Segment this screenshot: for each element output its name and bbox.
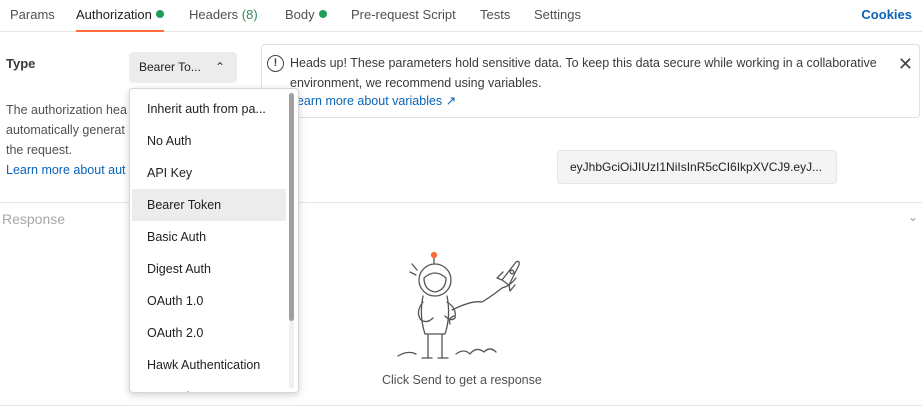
description-line: The authorization hea (6, 103, 127, 117)
tab-label: Authorization (76, 7, 152, 22)
tab-authorization[interactable]: Authorization (76, 0, 164, 32)
description-line: the request. (6, 143, 73, 157)
tab-label: Headers (189, 7, 239, 22)
dropdown-scrollbar[interactable] (289, 93, 294, 321)
description-line: automatically generat (6, 123, 125, 137)
auth-type-dropdown: Inherit auth from pa... No Auth API Key … (129, 88, 299, 393)
status-dot-icon (318, 10, 327, 18)
tab-label: Tests (480, 7, 511, 22)
close-icon[interactable]: ✕ (898, 55, 913, 73)
learn-more-variables-link[interactable]: Learn more about variables ↗ (290, 93, 456, 108)
dropdown-item-bearer-token[interactable]: Bearer Token (132, 189, 286, 221)
status-bar (0, 405, 922, 415)
chevron-up-icon: ⌃ (214, 60, 225, 74)
dropdown-item-oauth2[interactable]: OAuth 2.0 (132, 317, 286, 349)
empty-response-message: Click Send to get a response (382, 373, 542, 387)
tab-params[interactable]: Params (10, 0, 55, 32)
type-label: Type (6, 56, 36, 71)
sensitive-data-banner: ! Heads up! These parameters hold sensit… (261, 44, 920, 118)
auth-type-value: Bearer To... (139, 60, 201, 74)
dropdown-item-api-key[interactable]: API Key (132, 157, 286, 189)
dropdown-item-basic-auth[interactable]: Basic Auth (132, 221, 286, 253)
tab-label: Params (10, 7, 55, 22)
tab-headers[interactable]: Headers (8) (189, 0, 258, 32)
request-tabs: Params Authorization Headers (8) Body Pr… (0, 0, 922, 32)
dropdown-item-oauth1[interactable]: OAuth 1.0 (132, 285, 286, 317)
tab-label: Pre-request Script (351, 7, 456, 22)
status-dot-icon (155, 10, 164, 18)
dropdown-item-no-auth[interactable]: No Auth (132, 125, 286, 157)
tab-body[interactable]: Body (285, 0, 327, 32)
dropdown-item-inherit[interactable]: Inherit auth from pa... (132, 93, 286, 125)
dropdown-item-aws[interactable]: AWS Si... (132, 381, 286, 392)
info-icon: ! (267, 55, 284, 72)
dropdown-item-hawk[interactable]: Hawk Authentication (132, 349, 286, 381)
tab-label: Settings (534, 7, 581, 22)
chevron-down-icon[interactable]: ⌄ (908, 210, 918, 224)
response-label: Response (2, 211, 66, 227)
cookies-link[interactable]: Cookies (861, 0, 912, 30)
token-input[interactable]: eyJhbGciOiJIUzI1NiIsInR5cCI6IkpXVCJ9.eyJ… (557, 150, 837, 184)
astronaut-illustration-icon (397, 251, 520, 359)
auth-description: The authorization hea automatically gene… (6, 100, 130, 180)
banner-text: Heads up! These parameters hold sensitiv… (290, 56, 877, 90)
tab-tests[interactable]: Tests (480, 0, 510, 32)
headers-count: (8) (241, 7, 258, 22)
tab-label: Body (285, 7, 315, 22)
dropdown-item-digest-auth[interactable]: Digest Auth (132, 253, 286, 285)
tab-pre-request-script[interactable]: Pre-request Script (351, 0, 456, 32)
learn-more-auth-link[interactable]: Learn more about aut (6, 160, 130, 180)
auth-type-select[interactable]: Bearer To... ⌃ (129, 52, 237, 83)
tab-settings[interactable]: Settings (534, 0, 581, 32)
